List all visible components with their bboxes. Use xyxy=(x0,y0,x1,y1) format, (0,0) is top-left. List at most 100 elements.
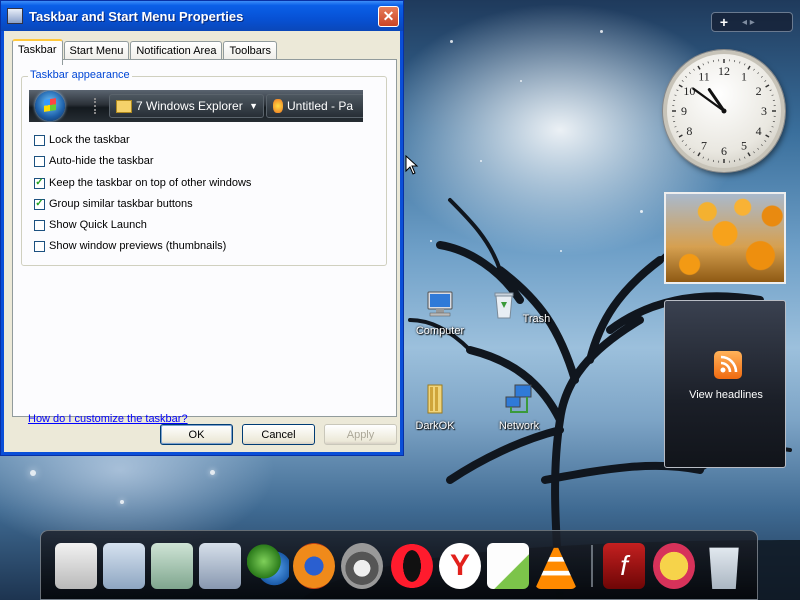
clock-tick xyxy=(702,63,704,66)
close-icon: ✕ xyxy=(382,8,395,24)
chevron-down-icon: ▼ xyxy=(249,101,258,111)
option-label: Group similar taskbar buttons xyxy=(49,198,193,210)
trash-icon xyxy=(494,292,514,319)
clock-tick xyxy=(676,131,679,133)
flash-icon[interactable]: f xyxy=(603,543,645,589)
window-icon xyxy=(7,8,23,24)
clock-tick xyxy=(685,144,688,147)
clock-tick xyxy=(685,75,688,78)
option-keep-on-top[interactable]: ✓ Keep the taskbar on top of other windo… xyxy=(34,177,251,189)
desktop-icon-label: Computer xyxy=(415,325,465,337)
clock-tick xyxy=(769,89,772,91)
mouse-cursor-icon xyxy=(405,155,419,175)
preview-button-label-2: Untitled - Pa xyxy=(287,99,354,113)
desktop-icon-trash[interactable]: Trash xyxy=(484,288,554,325)
clock-face: 12 12 3 45678 9 1011 xyxy=(672,59,776,163)
clock-tick xyxy=(760,144,763,147)
option-auto-hide[interactable]: Auto-hide the taskbar xyxy=(34,155,154,167)
clock-tick xyxy=(674,126,677,128)
clock-tick xyxy=(744,63,746,66)
start-orb-icon xyxy=(35,91,65,121)
messenger-icon[interactable] xyxy=(247,543,289,589)
clock-tick xyxy=(697,152,701,157)
gadget-nav-arrows[interactable]: ◂ ▸ xyxy=(742,17,755,28)
clock-tick xyxy=(771,126,774,128)
clock-tick xyxy=(693,68,695,71)
clock-tick xyxy=(678,134,683,138)
clock-number: 6 xyxy=(721,144,727,158)
opera-icon[interactable] xyxy=(391,543,433,589)
apply-button[interactable]: Apply xyxy=(324,424,397,445)
checkbox[interactable] xyxy=(34,134,45,146)
cancel-button[interactable]: Cancel xyxy=(242,424,315,445)
paint-icon xyxy=(273,99,283,113)
clock-number: 11 xyxy=(698,69,710,83)
tab-taskbar[interactable]: Taskbar xyxy=(12,39,63,65)
feed-label: View headlines xyxy=(689,389,763,401)
folder-icon[interactable] xyxy=(103,543,145,589)
option-label: Keep the taskbar on top of other windows xyxy=(49,177,252,189)
vlc-icon[interactable] xyxy=(535,543,577,589)
clock-number: 1 xyxy=(741,69,747,83)
clock-tick xyxy=(757,147,760,150)
clock-number: 2 xyxy=(756,84,762,98)
add-gadget-button[interactable]: + xyxy=(712,14,736,30)
desktop-icon-network[interactable]: Network xyxy=(484,383,554,432)
pictures-folder-icon[interactable] xyxy=(151,543,193,589)
notepad-icon[interactable] xyxy=(487,543,529,589)
clock-tick xyxy=(676,89,679,91)
firefox-icon[interactable] xyxy=(293,543,335,589)
clock-tick xyxy=(769,131,772,133)
option-label: Show Quick Launch xyxy=(49,219,147,231)
clock-tick xyxy=(753,68,755,71)
preview-button-label: 7 Windows Explorer xyxy=(136,99,243,113)
desktop-icon-label: Trash xyxy=(522,313,551,325)
yandex-icon[interactable]: Y xyxy=(439,543,481,589)
checkbox-checked[interactable]: ✓ xyxy=(34,177,45,189)
clock-tick xyxy=(702,156,704,159)
rss-icon xyxy=(714,351,742,379)
option-group-buttons[interactable]: ✓ Group similar taskbar buttons xyxy=(34,198,193,210)
clock-number: 4 xyxy=(756,124,762,138)
desktop-icon-darkok[interactable]: DarkOK xyxy=(400,383,470,432)
option-lock-taskbar[interactable]: Lock the taskbar xyxy=(34,134,130,146)
clock-tick xyxy=(765,134,770,138)
recycle-bin-icon[interactable] xyxy=(709,547,739,589)
clock-tick xyxy=(739,158,741,161)
close-button[interactable]: ✕ xyxy=(378,6,399,27)
clock-tick xyxy=(707,158,709,161)
group-label: Taskbar appearance xyxy=(28,69,132,81)
gadget-toolbar: + ◂ ▸ xyxy=(711,12,793,32)
clock-tick xyxy=(739,61,741,64)
preview-taskbar-button: 7 Windows Explorer ▼ xyxy=(109,94,264,118)
clock-tick xyxy=(693,151,695,154)
option-quick-launch[interactable]: Show Quick Launch xyxy=(34,219,147,231)
documents-folder-icon[interactable] xyxy=(199,543,241,589)
checkbox[interactable] xyxy=(34,240,45,252)
checkbox[interactable] xyxy=(34,219,45,231)
checkbox-checked[interactable]: ✓ xyxy=(34,198,45,210)
checkbox[interactable] xyxy=(34,155,45,167)
taskbar-appearance-group: Taskbar appearance 7 Windows Explorer ▼ … xyxy=(21,69,387,266)
clock-tick xyxy=(681,80,684,82)
feed-headlines-gadget[interactable]: View headlines xyxy=(664,300,786,468)
desktop-icon-computer[interactable]: Computer xyxy=(405,288,475,337)
clock-number: 7 xyxy=(701,139,707,153)
presentation-icon[interactable] xyxy=(55,543,97,589)
option-label: Lock the taskbar xyxy=(49,134,130,146)
clock-tick xyxy=(681,140,684,142)
raccoon-icon[interactable] xyxy=(341,543,383,589)
option-window-previews[interactable]: Show window previews (thumbnails) xyxy=(34,240,226,252)
computer-icon xyxy=(427,291,453,317)
pidgin-icon[interactable] xyxy=(653,543,695,589)
slideshow-gadget[interactable] xyxy=(664,192,786,284)
clock-gadget[interactable]: 12 1 2 3 4 5 6 7 8 9 10 11 xyxy=(663,50,785,172)
taskbar-properties-dialog: Taskbar and Start Menu Properties ✕ Task… xyxy=(0,0,404,456)
clock-number: 5 xyxy=(741,139,747,153)
title-bar[interactable]: Taskbar and Start Menu Properties ✕ xyxy=(1,1,403,31)
dialog-body: Taskbar Start Menu Notification Area Too… xyxy=(4,31,400,452)
window-title: Taskbar and Start Menu Properties xyxy=(29,8,244,24)
ok-button[interactable]: OK xyxy=(160,424,233,445)
folder-icon xyxy=(427,384,443,414)
desktop-icon-label: DarkOK xyxy=(415,420,455,432)
